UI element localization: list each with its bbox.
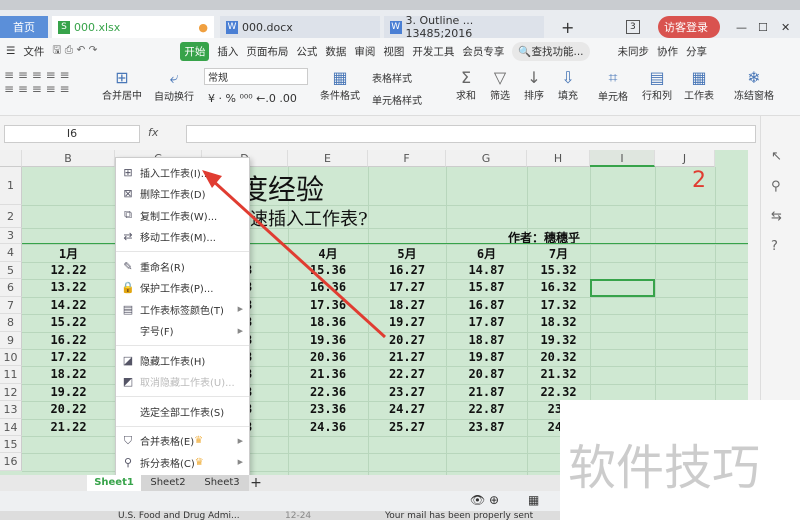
sidebar-tools[interactable]: ↖ ⚲ ⇆?	[761, 116, 800, 262]
sheet-tab-1[interactable]: Sheet1	[87, 475, 141, 491]
taskbar-date: 12-24	[285, 511, 312, 520]
taskbar-item[interactable]: U.S. Food and Drug Admi...	[118, 511, 240, 520]
sheet-tab-2[interactable]: Sheet2	[141, 475, 195, 491]
normal-view-icon[interactable]: ▦	[528, 493, 539, 507]
eye-protection-icon[interactable]: 👁 ⊕	[470, 493, 499, 507]
taskbar-mail[interactable]: Your mail has been properly sent	[385, 511, 533, 520]
watermark: 软件技巧	[560, 400, 800, 520]
watermark-text: 软件技巧	[568, 440, 761, 496]
add-sheet-button[interactable]: +	[249, 475, 263, 491]
sheet-tab-3[interactable]: Sheet3	[195, 475, 249, 491]
arrow-line	[210, 178, 387, 339]
